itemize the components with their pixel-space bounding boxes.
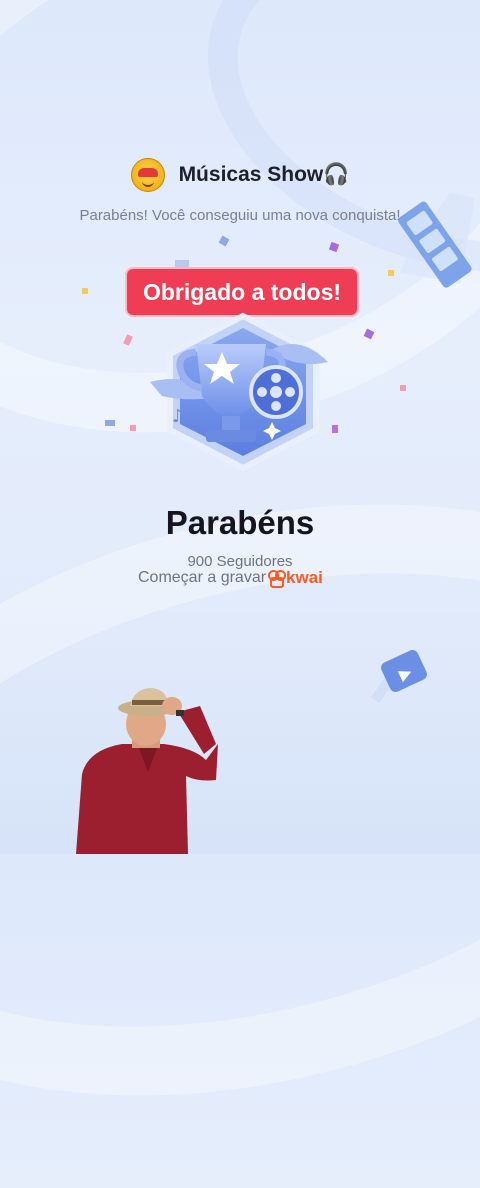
kwai-brand: kwai — [286, 568, 323, 587]
start-recording-line[interactable]: Começar a gravar kwai — [138, 568, 323, 588]
svg-text:♪: ♪ — [172, 406, 184, 427]
thank-you-banner: Obrigado a todos! — [125, 267, 359, 317]
man-in-hat-sticker — [76, 688, 218, 854]
start-recording-text: Começar a gravar — [138, 569, 267, 586]
trophy-film-badge-icon: ♪ — [150, 312, 328, 472]
app-title: Músicas Show🎧 — [178, 163, 350, 186]
header: Músicas Show🎧 — [0, 158, 480, 192]
smiley-face-avatar-icon[interactable] — [130, 158, 165, 192]
play-tile-icon — [370, 650, 427, 703]
achievement-title: Parabéns — [165, 504, 315, 541]
achievement-subtitle: Parabéns! Você conseguiu uma nova conqui… — [79, 207, 401, 224]
kwai-logo-icon — [268, 570, 287, 588]
